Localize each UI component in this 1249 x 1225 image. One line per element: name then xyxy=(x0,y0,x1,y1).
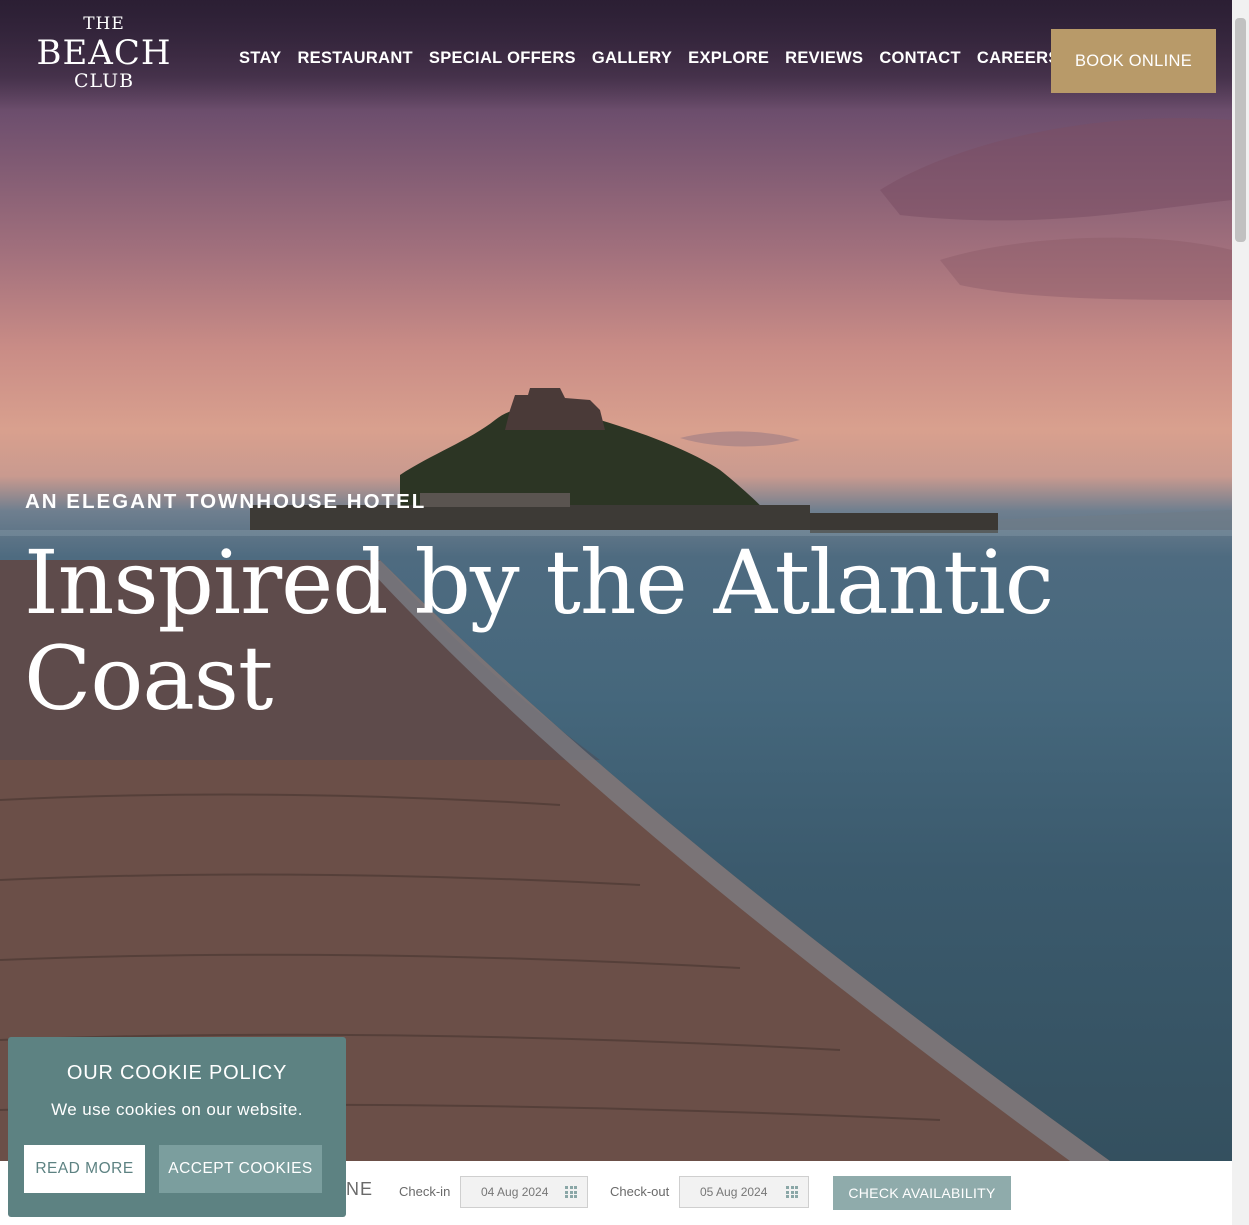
booking-bar-title: NE xyxy=(346,1179,374,1199)
logo-beach: BEACH xyxy=(36,33,172,73)
calendar-icon[interactable] xyxy=(565,1186,577,1198)
nav-reviews[interactable]: REVIEWS xyxy=(785,49,863,68)
nav-stay[interactable]: STAY xyxy=(239,49,281,68)
logo-club: CLUB xyxy=(73,70,135,92)
hero-headline: Inspired by the Atlantic Coast xyxy=(24,531,1054,730)
cookie-text: We use cookies on our website. xyxy=(51,1100,303,1119)
calendar-icon[interactable] xyxy=(786,1186,798,1198)
nav-special-offers[interactable]: SPECIAL OFFERS xyxy=(429,49,576,68)
book-online-button[interactable]: BOOK ONLINE xyxy=(1051,29,1216,93)
nav-explore[interactable]: EXPLORE xyxy=(688,49,769,68)
cookie-title: OUR COOKIE POLICY xyxy=(66,1062,288,1084)
nav-restaurant[interactable]: RESTAURANT xyxy=(297,49,412,68)
accept-cookies-button[interactable]: ACCEPT COOKIES xyxy=(159,1145,322,1193)
nav-contact[interactable]: CONTACT xyxy=(879,49,961,68)
checkin-label: Check-in xyxy=(399,1184,451,1199)
checkout-date-value: 05 Aug 2024 xyxy=(700,1185,768,1199)
scrollbar-thumb[interactable] xyxy=(1235,18,1246,242)
nav-careers[interactable]: CAREERS xyxy=(977,49,1060,68)
checkout-label: Check-out xyxy=(610,1184,670,1199)
checkin-date-field[interactable]: 04 Aug 2024 xyxy=(460,1176,588,1208)
cookie-banner: OUR COOKIE POLICY We use cookies on our … xyxy=(8,1037,346,1217)
read-more-button[interactable]: READ MORE xyxy=(24,1145,145,1193)
logo-the: THE xyxy=(83,14,125,34)
hero-eyebrow: AN ELEGANT TOWNHOUSE HOTEL xyxy=(25,490,427,513)
checkin-date-value: 04 Aug 2024 xyxy=(481,1185,549,1199)
check-availability-button[interactable]: CHECK AVAILABILITY xyxy=(833,1176,1011,1210)
beach-club-logo[interactable]: THE BEACH CLUB xyxy=(36,16,172,91)
main-nav: STAY RESTAURANT SPECIAL OFFERS GALLERY E… xyxy=(239,49,1060,68)
checkout-date-field[interactable]: 05 Aug 2024 xyxy=(679,1176,809,1208)
nav-gallery[interactable]: GALLERY xyxy=(592,49,672,68)
